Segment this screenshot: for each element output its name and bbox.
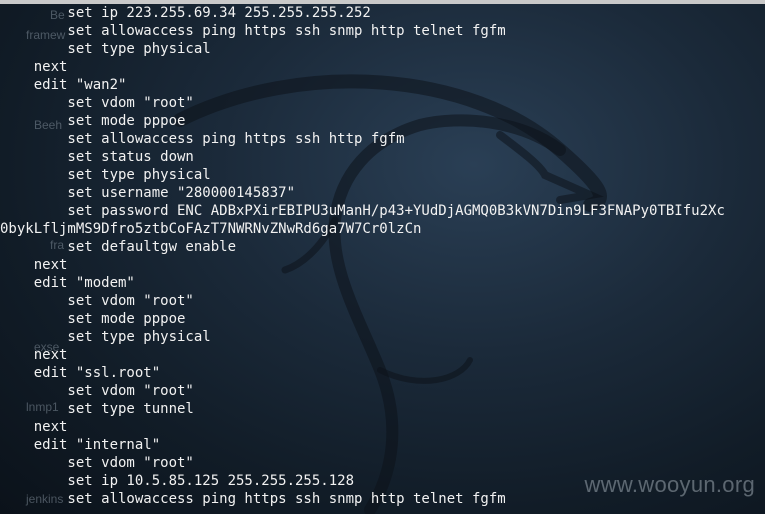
terminal-line: set ip 10.5.85.125 255.255.255.128: [0, 473, 355, 489]
terminal-output[interactable]: set ip 223.255.69.34 255.255.255.252 set…: [0, 4, 765, 514]
terminal-line: 0bykLfljmMS9Dfro5ztbCoFAzT7NWRNvZNwRd6ga…: [0, 221, 422, 237]
terminal-line: edit "wan2": [0, 77, 127, 93]
terminal-line: set allowaccess ping https ssh snmp http…: [0, 491, 506, 507]
terminal-line: set allowaccess ping https ssh snmp http…: [0, 23, 506, 39]
terminal-line: set vdom "root": [0, 455, 194, 471]
terminal-line: set ip 223.255.69.34 255.255.255.252: [0, 5, 371, 21]
terminal-line: next: [0, 419, 68, 435]
terminal-line: next: [0, 347, 68, 363]
terminal-line: set type physical: [0, 329, 211, 345]
terminal-line: set defaultgw enable: [0, 239, 237, 255]
terminal-line: set allowaccess ping https ssh http fgfm: [0, 131, 405, 147]
terminal-line: set type physical: [0, 167, 211, 183]
terminal-line: set type physical: [0, 41, 211, 57]
terminal-line: set mode pppoe: [0, 311, 186, 327]
terminal-line: next: [0, 59, 68, 75]
terminal-line: set username "280000145837": [0, 185, 296, 201]
terminal-line: set vdom "root": [0, 95, 194, 111]
terminal-line: edit "ssl.root": [0, 365, 161, 381]
terminal-line: set password ENC ADBxPXirEBIPU3uManH/p43…: [0, 203, 725, 219]
terminal-line: set vdom "root": [0, 383, 194, 399]
terminal-line: set status down: [0, 149, 194, 165]
terminal-line: next: [0, 257, 68, 273]
terminal-line: edit "internal": [0, 437, 161, 453]
terminal-line: edit "modem": [0, 275, 135, 291]
terminal-line: set type tunnel: [0, 401, 194, 417]
terminal-line: set mode pppoe: [0, 113, 186, 129]
terminal-line: set vdom "root": [0, 293, 194, 309]
